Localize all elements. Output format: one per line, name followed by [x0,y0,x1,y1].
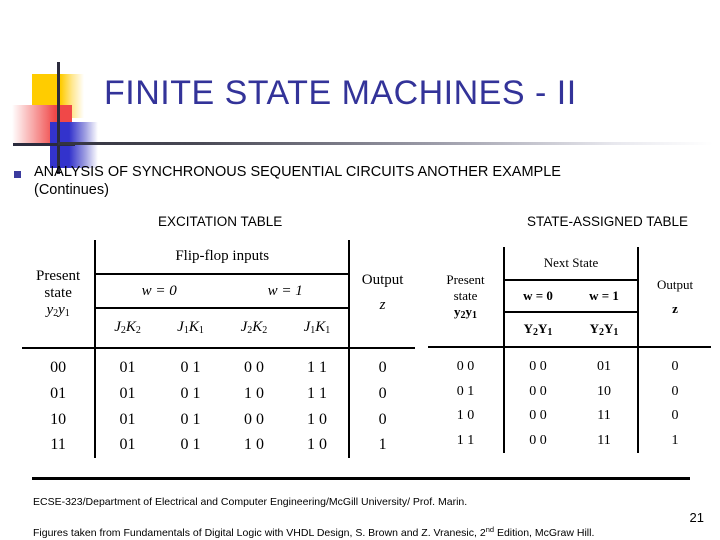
bullet-square-icon [14,171,21,178]
w0-header: w = 0 [504,279,571,314]
table-row: 10 01 0 1 0 0 1 0 0 [22,406,415,433]
cell-w1-j1k1: 1 0 [306,436,327,454]
cell-w0-j1k1: 0 1 [180,385,201,402]
state-label: state [453,288,478,304]
cell-next-state-w0: 0 0 [529,408,547,424]
footer-divider [32,477,690,480]
state-output-header: Output z [637,247,711,348]
cell-w1-j2k2: 1 0 [243,385,264,402]
cell-output: 0 [637,379,711,405]
cell-next-state-w1: 11 [597,408,611,424]
footer-line-2: Figures taken from Fundamentals of Digit… [33,524,595,539]
table-row: 1 1 0 0 11 1 [428,428,711,453]
table-row: 11 01 0 1 1 0 1 0 1 [22,432,415,458]
cell-next-state-w1: 10 [597,383,611,399]
footer-text: ECSE-323/Department of Electrical and Co… [33,482,713,540]
excitation-table: Present state y2y1 Flip-flop inputs Outp… [22,240,415,458]
cell-w0-j2k2: 01 [119,385,136,402]
state-assigned-table: Present state y2y1 Next State Output z w… [428,247,711,453]
output-variable: z [379,297,386,314]
table-row: 00 01 0 1 0 0 1 1 0 [22,346,415,382]
cell-w0-j2k2: 01 [95,346,159,382]
w1-Y2Y1-header: Y2Y1 [589,321,619,339]
state-present-state-header: Present state y2y1 [428,247,505,348]
cell-output: 0 [348,381,415,407]
cell-w0-j2k2: 01 [119,410,136,428]
flipflop-inputs-header: Flip-flop inputs [95,240,350,276]
cell-output: 0 [348,406,415,433]
cell-present-state: 1 1 [428,428,505,453]
cell-w0-j1k1: 0 1 [180,436,201,454]
cell-w1-j1k1: 1 1 [285,346,350,382]
present-state-variable: y2y1 [46,301,70,319]
caption-state-assigned-table: STATE-ASSIGNED TABLE [527,214,689,229]
w1-header: w = 1 [222,274,350,309]
cell-w1-j1k1: 1 0 [306,410,327,428]
w0-j1k1-header: J1K1 [177,319,204,337]
page-number: 21 [689,510,704,525]
cell-present-state: 10 [22,406,97,433]
cell-w0-j1k1: 0 1 [158,346,223,382]
logo-vertical-bar [57,62,60,174]
w0-header: w = 0 [95,274,223,309]
footer-line-1: ECSE-323/Department of Electrical and Co… [33,495,468,508]
w1-j2k2-header: J2K2 [240,319,268,337]
table-row: 0 1 0 0 10 0 [428,379,711,405]
cell-next-state-w0: 0 0 [504,346,571,380]
title-divider [58,142,713,145]
w0-Y2Y1-header: Y2Y1 [523,321,553,339]
cell-output: 0 [637,346,711,380]
cell-present-state: 0 1 [428,379,505,405]
excitation-output-header: Output z [348,240,415,348]
cell-w0-j2k2: 01 [119,436,136,454]
present-state-variable: y2y1 [454,304,477,322]
next-state-header: Next State [504,247,638,281]
output-label: Output [361,272,404,289]
table-row: 1 0 0 0 11 0 [428,404,711,429]
page-title: FINITE STATE MACHINES - II [104,74,577,112]
cell-next-state-w1: 11 [597,432,611,448]
bullet-text: ANALYSIS OF SYNCHRONOUS SEQUENTIAL CIRCU… [34,164,561,198]
excitation-present-state-header: Present state y2y1 [22,240,97,348]
table-row: 01 01 0 1 1 0 1 1 0 [22,381,415,407]
cell-present-state: 1 0 [428,404,505,429]
cell-w1-j1k1: 1 1 [306,385,327,402]
cell-w1-j2k2: 1 0 [243,436,264,454]
table-header-row: Present state y2y1 Flip-flop inputs Outp… [22,240,415,348]
present-label: Present [446,272,485,288]
cell-w0-j1k1: 0 1 [180,410,201,428]
state-label: state [44,284,72,301]
cell-present-state: 11 [22,432,97,458]
table-header-row: Present state y2y1 Next State Output z [428,247,711,348]
caption-excitation-table: EXCITATION TABLE [158,214,283,229]
cell-w1-j2k2: 0 0 [222,346,286,382]
w0-j2k2-header: J2K2 [114,319,141,337]
cell-present-state: 0 0 [428,346,505,380]
output-label: Output [656,276,694,292]
cell-output: 0 [637,404,711,429]
cell-next-state-w0: 0 0 [529,432,547,448]
cell-w1-j2k2: 0 0 [243,410,264,428]
w1-header: w = 1 [571,279,638,314]
cell-next-state-w1: 01 [571,346,638,380]
cell-present-state: 00 [22,346,97,382]
cell-output: 1 [348,432,415,458]
cell-output: 1 [637,428,711,453]
cell-present-state: 01 [22,381,97,407]
bullet-block: ANALYSIS OF SYNCHRONOUS SEQUENTIAL CIRCU… [14,163,714,199]
cell-next-state-w0: 0 0 [529,383,547,399]
output-variable: z [672,300,678,316]
present-label: Present [36,267,81,284]
w1-j1k1-header: J1K1 [303,319,331,337]
table-row: 0 0 0 0 01 0 [428,346,711,380]
cell-output: 0 [348,346,415,382]
